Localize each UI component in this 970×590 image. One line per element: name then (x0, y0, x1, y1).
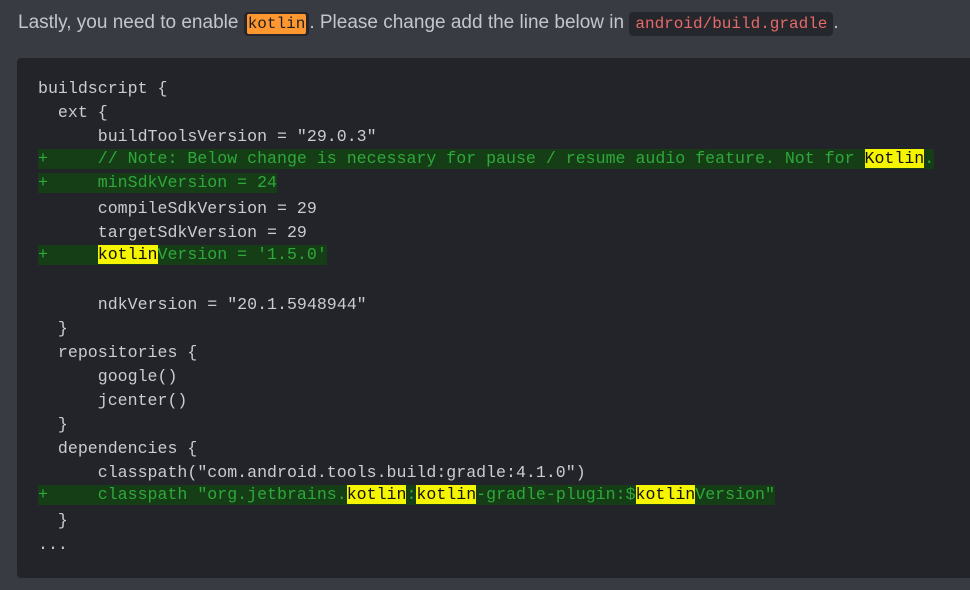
search-highlight: kotlin (635, 485, 696, 504)
added-line-bg: + minSdkVersion = 24 (38, 173, 277, 193)
code-line: buildToolsVersion = "29.0.3" (38, 127, 377, 146)
code-text: Version" (695, 485, 775, 504)
search-highlight: kotlin (97, 245, 158, 264)
inline-code-file-path: android/build.gradle (629, 12, 834, 36)
code-line: classpath("com.android.tools.build:gradl… (38, 463, 586, 482)
intro-text-after: . (833, 12, 839, 33)
code-line: ... (38, 535, 68, 554)
intro-text-middle: . Please change add the line below in (309, 12, 630, 33)
code-line: ndkVersion = "20.1.5948944" (38, 295, 367, 314)
code-text: : (406, 485, 417, 504)
added-line-bg: + kotlinVersion = '1.5.0' (38, 245, 327, 265)
added-line-bg: + classpath "org.jetbrains.kotlin:kotlin… (38, 485, 775, 505)
code-line-added: + kotlinVersion = '1.5.0' (38, 245, 934, 269)
search-highlight: kotlin (346, 485, 407, 504)
code-text: + classpath "org.jetbrains. (38, 485, 347, 504)
code-line-added: + minSdkVersion = 24 (38, 173, 934, 197)
inline-code-keyword: kotlin (243, 12, 310, 36)
code-line: compileSdkVersion = 29 (38, 199, 317, 218)
code-text: . (924, 149, 935, 168)
search-highlight: kotlin (416, 485, 477, 504)
code-line: jcenter() (38, 391, 188, 410)
code-line: google() (38, 367, 178, 386)
code-text: + (38, 245, 98, 264)
code-line-added: + classpath "org.jetbrains.kotlin:kotlin… (38, 485, 934, 509)
keyword-highlight: kotlin (246, 14, 307, 34)
code-line: repositories { (38, 343, 198, 362)
code-lines: buildscript { ext { buildToolsVersion = … (38, 77, 935, 557)
code-text: -gradle-plugin:$ (476, 485, 636, 504)
added-line-bg: + // Note: Below change is necessary for… (38, 149, 935, 169)
code-text: Version = '1.5.0' (157, 245, 327, 264)
code-line: dependencies { (38, 439, 198, 458)
code-line: } (38, 511, 68, 530)
code-line: targetSdkVersion = 29 (38, 223, 307, 242)
code-line-added: + // Note: Below change is necessary for… (38, 149, 935, 173)
intro-text-before: Lastly, you need to enable (18, 12, 244, 33)
code-line: } (38, 319, 68, 338)
code-block: buildscript { ext { buildToolsVersion = … (17, 58, 970, 578)
code-line: ext { (38, 103, 108, 122)
code-line-empty (38, 269, 934, 293)
code-line: buildscript { (38, 79, 168, 98)
intro-paragraph: Lastly, you need to enable kotlin. Pleas… (18, 9, 839, 38)
code-text: + // Note: Below change is necessary for… (38, 149, 865, 168)
search-highlight: Kotlin (864, 149, 925, 168)
code-line: } (38, 415, 68, 434)
